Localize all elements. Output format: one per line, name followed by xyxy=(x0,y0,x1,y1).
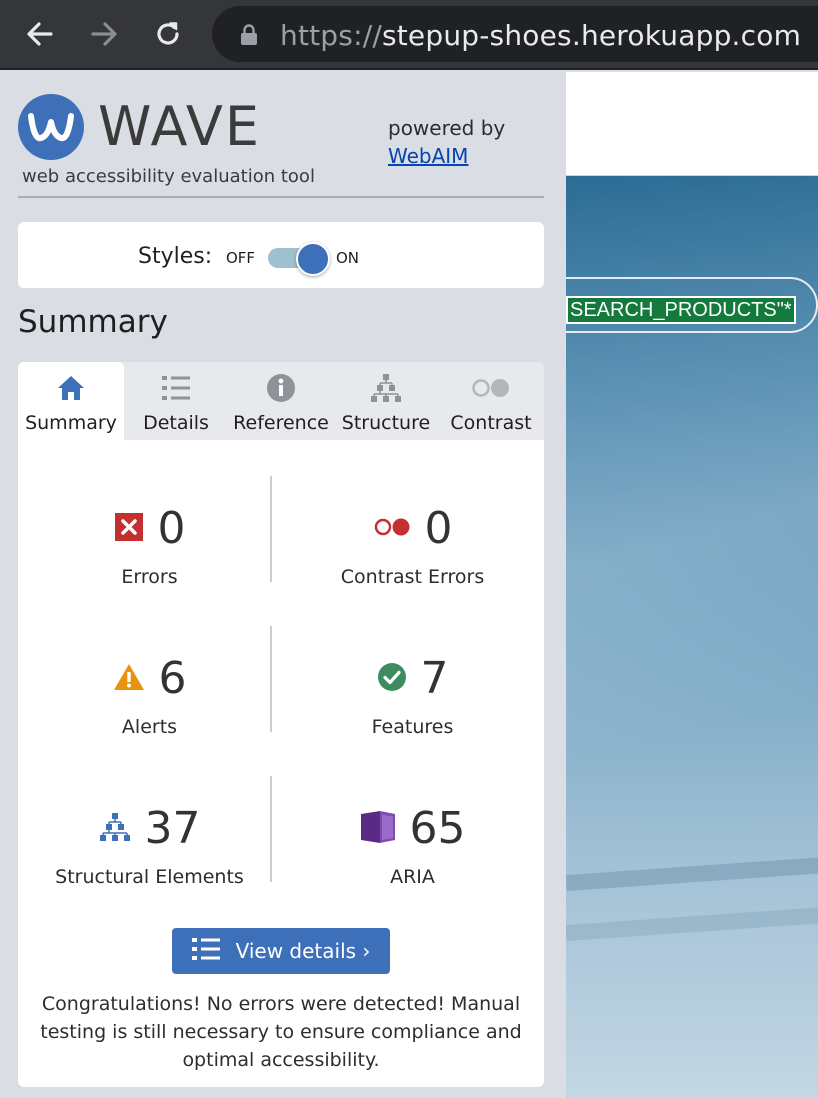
url-scheme: https:// xyxy=(280,19,382,52)
contrast-errors-count: 0 xyxy=(424,503,453,554)
aria-label: ARIA xyxy=(390,866,435,888)
tab-contrast[interactable]: Contrast xyxy=(438,362,544,440)
styles-on-label: ON xyxy=(336,249,360,267)
tab-summary[interactable]: Summary xyxy=(18,362,124,440)
address-bar[interactable]: https://stepup-shoes.herokuapp.com xyxy=(212,6,818,62)
evaluated-page: SEARCH_PRODUCTS"* xyxy=(566,72,818,1098)
alerts-count: 6 xyxy=(158,653,187,704)
url-text: https://stepup-shoes.herokuapp.com xyxy=(280,19,801,52)
error-x-icon xyxy=(114,512,144,546)
tab-details[interactable]: Details xyxy=(123,362,229,440)
styles-toggle-card: Styles: OFF ON xyxy=(18,222,544,288)
contrast-errors-stat[interactable]: 0 Contrast Errors xyxy=(281,502,544,612)
structure-icon xyxy=(99,812,131,846)
home-icon xyxy=(18,372,124,404)
wave-logo-icon xyxy=(18,94,84,160)
info-icon xyxy=(228,372,334,404)
structural-elements-count: 37 xyxy=(144,803,201,854)
features-stat[interactable]: 7 Features xyxy=(281,652,544,762)
tab-summary-label: Summary xyxy=(25,412,117,434)
powered-by-text: powered by xyxy=(388,116,506,140)
tab-details-label: Details xyxy=(143,412,209,434)
features-label: Features xyxy=(371,716,454,738)
styles-label: Styles: xyxy=(138,244,213,269)
tab-structure-label: Structure xyxy=(341,412,431,434)
errors-count: 0 xyxy=(157,503,186,554)
styles-toggle-knob[interactable] xyxy=(296,242,330,276)
alerts-label: Alerts xyxy=(121,716,178,738)
wave-sidebar: WAVE web accessibility evaluation tool p… xyxy=(0,72,566,1098)
wave-logo-text: WAVE xyxy=(98,95,261,158)
summary-panel: Summary Details Reference Structure Cont… xyxy=(18,362,544,1087)
section-title: Summary xyxy=(18,304,168,340)
wave-logo-subtitle: web accessibility evaluation tool xyxy=(22,166,315,187)
view-details-label: View details › xyxy=(235,939,371,963)
aria-label-tag: SEARCH_PRODUCTS"* xyxy=(566,296,796,324)
page-header xyxy=(566,72,818,176)
tab-reference-label: Reference xyxy=(233,412,329,434)
lock-icon xyxy=(240,24,258,50)
feature-check-icon xyxy=(377,662,407,696)
view-details-button[interactable]: View details › xyxy=(172,928,390,974)
browser-toolbar: https://stepup-shoes.herokuapp.com xyxy=(0,0,818,70)
congratulations-message: Congratulations! No errors were detected… xyxy=(40,993,522,1071)
tab-structure[interactable]: Structure xyxy=(333,362,439,440)
structural-elements-label: Structural Elements xyxy=(55,866,244,888)
url-host: stepup-shoes.herokuapp.com xyxy=(381,19,802,52)
tab-contrast-label: Contrast xyxy=(450,412,532,434)
aria-count: 65 xyxy=(409,803,466,854)
forward-arrow-icon[interactable] xyxy=(84,14,124,54)
panel-tabs: Summary Details Reference Structure Cont… xyxy=(18,362,544,440)
structural-elements-stat[interactable]: 37 Structural Elements xyxy=(18,802,281,912)
hero-stripe xyxy=(566,856,818,892)
hierarchy-icon xyxy=(333,372,439,404)
contrast-icon xyxy=(438,372,544,404)
contrast-errors-label: Contrast Errors xyxy=(340,566,485,588)
errors-label: Errors xyxy=(121,566,178,588)
errors-stat[interactable]: 0 Errors xyxy=(18,502,281,612)
tab-reference[interactable]: Reference xyxy=(228,362,334,440)
webaim-link[interactable]: WebAIM xyxy=(388,144,468,168)
alerts-stat[interactable]: 6 Alerts xyxy=(18,652,281,762)
styles-off-label: OFF xyxy=(226,249,256,267)
reload-icon[interactable] xyxy=(148,14,188,54)
header-divider xyxy=(18,196,544,198)
aria-stat[interactable]: 65 ARIA xyxy=(281,802,544,912)
list-icon xyxy=(191,937,220,966)
contrast-error-icon xyxy=(373,517,411,541)
back-arrow-icon[interactable] xyxy=(20,14,60,54)
features-count: 7 xyxy=(420,653,449,704)
alert-triangle-icon xyxy=(113,663,145,695)
hero-stripe xyxy=(566,906,818,942)
list-icon xyxy=(123,372,229,404)
aria-icon xyxy=(360,810,396,848)
